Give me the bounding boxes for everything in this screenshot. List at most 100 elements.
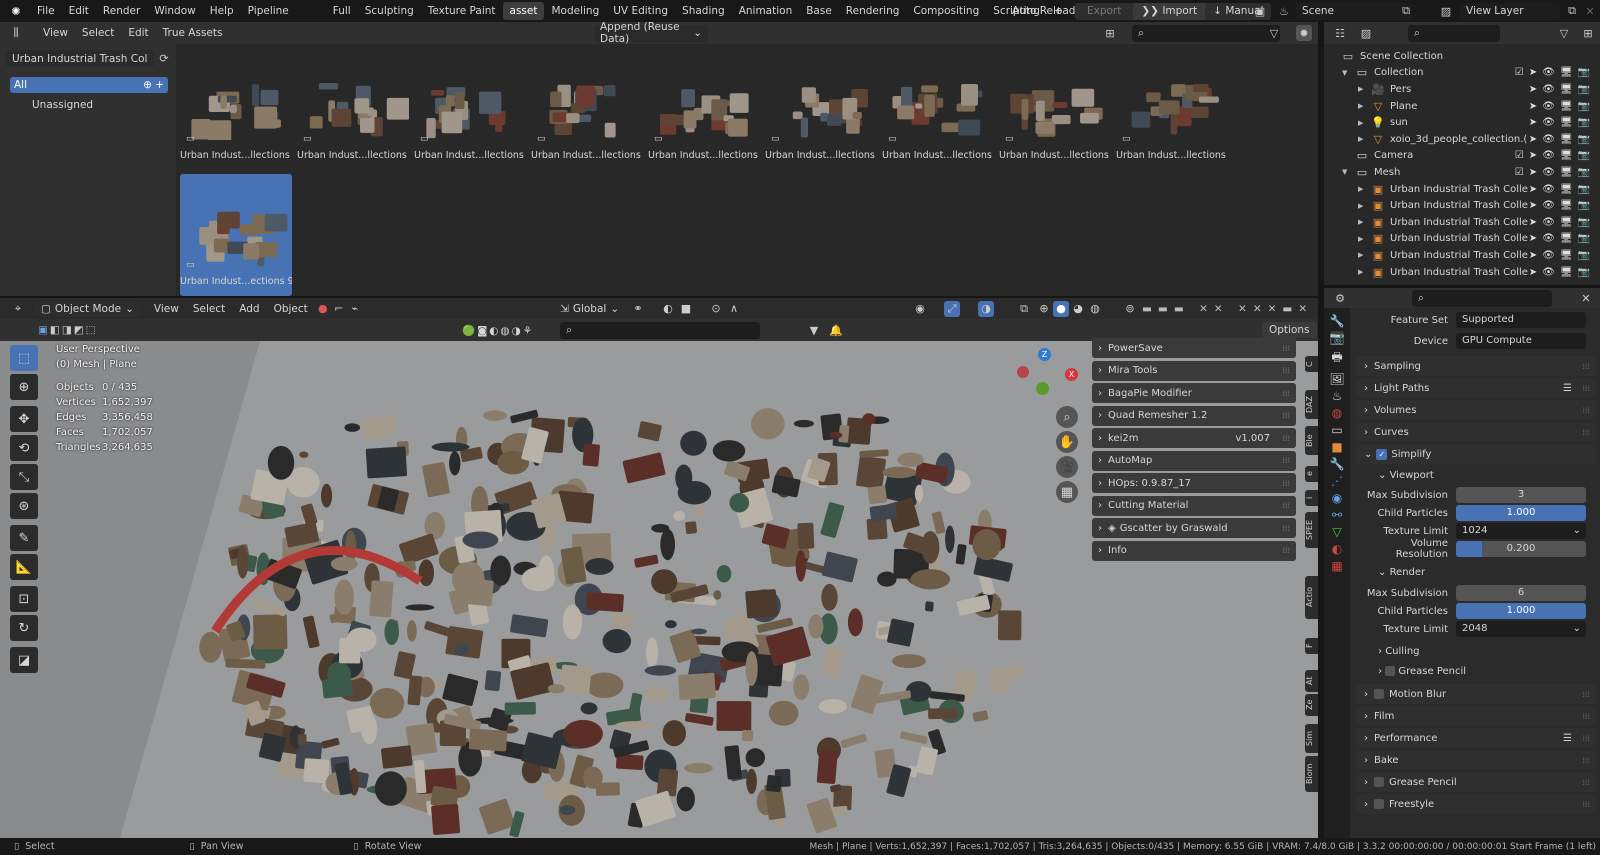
auto-reload-label[interactable]: Auto Reload xyxy=(1012,5,1075,17)
select-arrow-icon[interactable]: ➤ xyxy=(1529,117,1537,128)
presets-icon[interactable]: ☰ xyxy=(1563,733,1572,744)
drag-grip-icon[interactable]: ⁞⁞⁞ xyxy=(1582,712,1590,721)
world-tab-icon[interactable]: ◍ xyxy=(1332,406,1342,420)
asset-thumbnail[interactable]: ▭ Urban Indust...llections 9_3 xyxy=(414,48,526,170)
outliner-row[interactable]: ▶ ▽ Plane ➤ 👁 🖥 📷 xyxy=(1324,98,1600,115)
asset-thumbnail[interactable]: ▭ Urban Indust...llections 9_2 xyxy=(297,48,410,170)
drag-grip-icon[interactable]: ⁞⁞⁞ xyxy=(1582,362,1590,371)
workspace-tab-uv-editing[interactable]: UV Editing xyxy=(606,5,675,17)
import-method-dropdown[interactable]: Append (Reuse Data) ⌄ xyxy=(594,21,708,45)
outliner-row[interactable]: ▶ 💡 sun ➤ 👁 🖥 📷 xyxy=(1324,114,1600,131)
device-dropdown[interactable]: GPU Compute xyxy=(1456,333,1586,349)
select-arrow-icon[interactable]: ➤ xyxy=(1529,150,1537,161)
select-arrow-icon[interactable]: ➤ xyxy=(1529,134,1537,145)
drag-grip-icon[interactable]: ⁞⁞⁞ xyxy=(1582,734,1590,743)
sidebar-tab[interactable]: F xyxy=(1305,638,1318,654)
orientation-dropdown[interactable]: ⇲ Global ⌄ xyxy=(560,303,619,315)
presets-icon[interactable]: ☰ xyxy=(1563,383,1572,394)
outliner-search-input[interactable]: ⌕ xyxy=(1408,24,1500,42)
editor-type-icon[interactable]: ⌖ xyxy=(10,301,26,317)
addon-panel[interactable]: › PowerSave ⁞⁞⁞ xyxy=(1092,338,1296,358)
sidebar-tab[interactable]: i xyxy=(1305,490,1318,506)
monitor-icon[interactable]: 🖥 xyxy=(1560,200,1573,211)
select-arrow-icon[interactable]: ➤ xyxy=(1529,67,1537,78)
filter-icon[interactable]: ▽ xyxy=(1556,25,1572,41)
render-camera-icon[interactable]: 📷 xyxy=(1578,250,1590,261)
addon-panel[interactable]: › Cutting Material ⁞⁞⁞ xyxy=(1092,495,1296,516)
wireframe-shading-icon[interactable]: ⊕ xyxy=(1036,301,1052,317)
eye-icon[interactable]: 👁 xyxy=(1542,84,1555,95)
move-tool[interactable]: ✥ xyxy=(10,406,38,432)
addon-toggle-icons[interactable]: ▬▬▬ ✕✕ ✕✕✕▬✕ xyxy=(1142,303,1313,315)
menu-add[interactable]: Add xyxy=(232,303,266,315)
property-slider[interactable]: 6 xyxy=(1456,585,1586,601)
eye-icon[interactable]: 👁 xyxy=(1542,117,1555,128)
workspace-tab-animation[interactable]: Animation xyxy=(732,5,800,17)
texture-tab-icon[interactable]: ▦ xyxy=(1331,559,1342,573)
scene-selector[interactable]: Scene xyxy=(1296,2,1412,20)
section-light-paths[interactable]: › Light Paths ☰ ⁞⁞⁞ xyxy=(1356,378,1596,398)
render-camera-icon[interactable]: 📷 xyxy=(1578,267,1590,278)
property-slider[interactable]: 1.000 xyxy=(1456,603,1586,619)
monitor-icon[interactable]: 🖥 xyxy=(1560,150,1573,161)
add-cube-tool[interactable]: ⊡ xyxy=(10,586,38,612)
section-curves[interactable]: › Curves ⁞⁞⁞ xyxy=(1356,422,1596,442)
asset-thumbnail[interactable]: ▭ Urban Indust...llections 9_1 xyxy=(180,48,292,170)
fullscreen-icon[interactable]: ▣ xyxy=(1252,3,1268,19)
render-camera-icon[interactable]: 📷 xyxy=(1578,117,1590,128)
asset-thumbnail[interactable]: ▭ Urban Indust...llections 9_9 xyxy=(1116,48,1228,170)
filter-icon[interactable]: ▽ xyxy=(1266,25,1282,41)
monitor-icon[interactable]: 🖥 xyxy=(1560,267,1573,278)
sidebar-tab[interactable]: C xyxy=(1305,356,1318,372)
material-tab-icon[interactable]: ◐ xyxy=(1332,542,1342,556)
asset-thumbnail[interactable]: ▭ Urban Indust...llections 9_4 xyxy=(531,48,643,170)
outliner-row[interactable]: ▶ ▣ Urban Industrial Trash Colle ➤ 👁 🖥 📷 xyxy=(1324,247,1600,264)
menu-help[interactable]: Help xyxy=(203,5,241,17)
render-camera-icon[interactable]: 📷 xyxy=(1578,134,1590,145)
addon-panel[interactable]: › BagaPie Modifier ⁞⁞⁞ xyxy=(1092,383,1296,403)
addon-panel[interactable]: › AutoMap ⁞⁞⁞ xyxy=(1092,450,1296,471)
gizmo-neg-x[interactable] xyxy=(1017,366,1029,378)
modifier-tab-icon[interactable]: 🔧 xyxy=(1330,457,1345,471)
grease-pencil-checkbox[interactable] xyxy=(1385,666,1396,676)
copy-scene-icon[interactable]: ⧉ xyxy=(1398,3,1414,19)
drag-grip-icon[interactable]: ⁞⁞⁞ xyxy=(1582,756,1590,765)
navigation-gizmo[interactable]: Z X xyxy=(1010,348,1080,408)
subsection-culling[interactable]: › Culling xyxy=(1356,642,1600,662)
render-camera-icon[interactable]: 📷 xyxy=(1578,233,1590,244)
addon-panel[interactable]: › HOps: 0.9.87_17 ⁞⁞⁞ xyxy=(1092,473,1296,493)
view-layer-selector[interactable]: View Layer xyxy=(1460,2,1560,20)
refresh-icon[interactable]: ⟳ xyxy=(158,51,170,67)
expand-arrow-icon[interactable]: ▶ xyxy=(1358,185,1370,193)
snap-curve-icon[interactable]: ⌐ xyxy=(331,301,347,317)
menu-edit[interactable]: Edit xyxy=(62,5,96,17)
sidebar-tab[interactable]: Sim xyxy=(1305,724,1318,753)
monitor-icon[interactable]: 🖥 xyxy=(1560,84,1573,95)
workspace-tab-shading[interactable]: Shading xyxy=(675,5,732,17)
snap-icon[interactable]: ◐ xyxy=(660,301,676,317)
expanded-arrow-icon[interactable]: ▼ xyxy=(1342,168,1354,176)
monitor-icon[interactable]: 🖥 xyxy=(1560,233,1573,244)
menu-object[interactable]: Object xyxy=(267,303,315,315)
rotate-tool[interactable]: ⟲ xyxy=(10,435,38,461)
monitor-icon[interactable]: 🖥 xyxy=(1560,250,1573,261)
export-button[interactable]: Export xyxy=(1075,5,1133,17)
tool-tab-icon[interactable]: 🔧 xyxy=(1330,314,1345,328)
scene-tab-icon[interactable]: ♨ xyxy=(1332,389,1343,403)
menu-true-assets[interactable]: True Assets xyxy=(156,27,230,39)
outliner-scene-collection[interactable]: ▭ Scene Collection xyxy=(1324,48,1600,65)
expand-arrow-icon[interactable]: ▶ xyxy=(1358,202,1370,210)
menu-view[interactable]: View xyxy=(36,27,75,39)
expand-arrow-icon[interactable]: ▶ xyxy=(1358,85,1370,93)
select-box-tool[interactable]: ⬚ xyxy=(10,345,38,371)
subsection-viewport[interactable]: ⌄ Viewport xyxy=(1356,466,1600,486)
menu-pipeline[interactable]: Pipeline xyxy=(241,5,296,17)
viewport-search-input[interactable]: ⌕ xyxy=(560,321,760,339)
eye-icon[interactable]: 👁 xyxy=(1542,134,1555,145)
section-checkbox[interactable] xyxy=(1374,689,1384,699)
select-mode-icons[interactable]: ▣◧◨◩⬚ xyxy=(38,324,98,336)
options-button[interactable]: Options xyxy=(1262,322,1317,338)
editor-type-icon[interactable]: ⫼ xyxy=(8,25,24,41)
sidebar-tab[interactable]: At xyxy=(1305,670,1318,692)
subsection-grease-pencil[interactable]: › Grease Pencil xyxy=(1356,662,1600,682)
